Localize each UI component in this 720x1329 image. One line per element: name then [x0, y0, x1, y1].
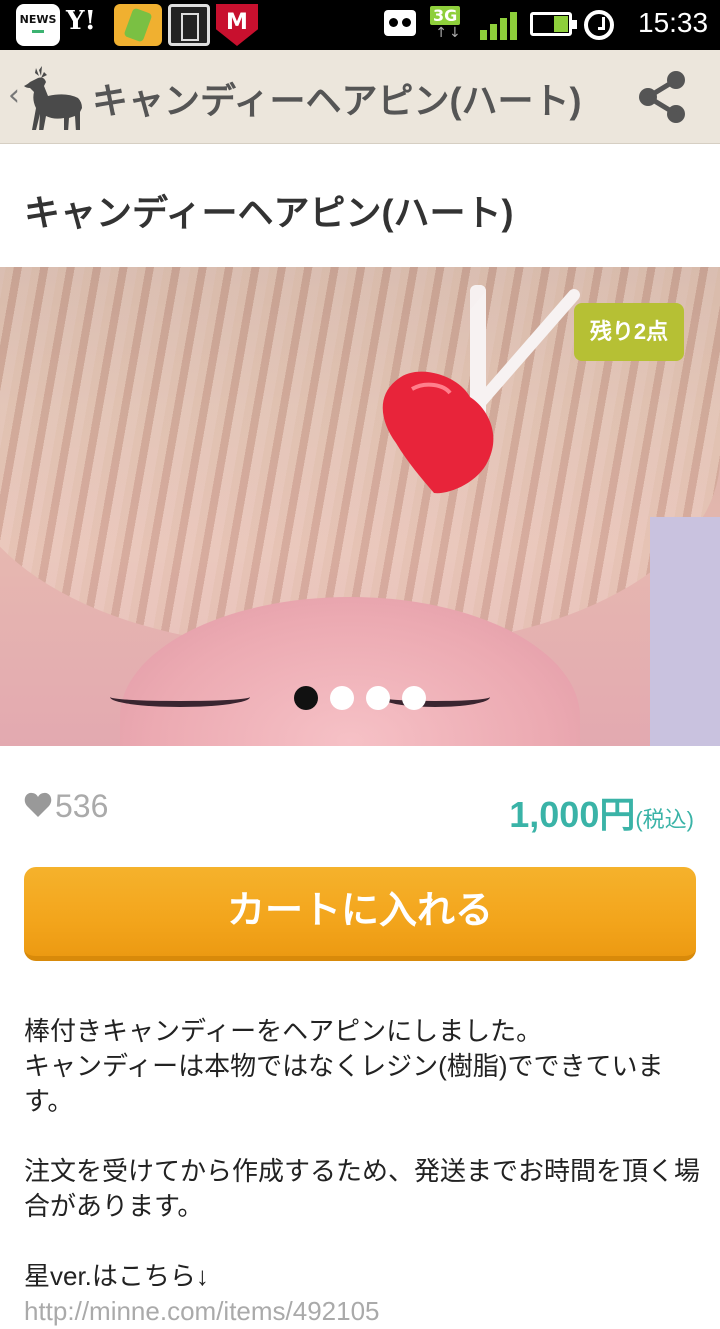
related-item-link[interactable]: http://minne.com/items/492105: [24, 1294, 704, 1329]
yahoo-app-icon: Y!: [66, 6, 96, 36]
game-app-icon: [114, 4, 162, 46]
status-bar: NEWS Y! M 3G ↑↓ 15:33: [0, 0, 720, 50]
product-description: 棒付きキャンディーをヘアピンにしました。 キャンディーは本物ではなくレジン(樹脂…: [24, 1014, 704, 1329]
pager-dot-1[interactable]: [294, 686, 318, 710]
status-clock: 15:33: [638, 7, 709, 38]
price-block: 1,000円(税込): [509, 786, 694, 838]
book-app-icon: [168, 4, 210, 46]
alarm-clock-icon: [584, 10, 614, 40]
tax-note: (税込): [635, 807, 694, 832]
network-type-indicator: 3G ↑↓: [430, 6, 468, 44]
description-line: 注文を受けてから作成するため、発送までお時間を頂く場合があります。: [24, 1156, 701, 1221]
add-to-cart-button[interactable]: カートに入れる: [24, 867, 696, 961]
like-count: 536: [55, 788, 109, 824]
description-line: キャンディーは本物ではなくレジン(樹脂)でできています。: [24, 1051, 664, 1116]
product-image[interactable]: 残り2点: [0, 267, 720, 746]
news-app-icon: NEWS: [16, 4, 60, 46]
signal-strength-icon: [480, 10, 520, 40]
back-chevron-icon[interactable]: ‹: [8, 78, 20, 113]
deer-logo-icon[interactable]: [22, 64, 86, 130]
heart-icon: [24, 792, 52, 817]
description-line: 棒付きキャンディーをヘアピンにしました。: [24, 1016, 543, 1046]
app-header-title: キャンディーヘアピン(ハート): [92, 80, 582, 121]
product-title: キャンディーヘアピン(ハート): [24, 192, 514, 233]
price-value: 1,000円: [509, 794, 636, 835]
battery-icon: [530, 12, 577, 36]
network-type-label: 3G: [430, 6, 461, 25]
share-icon[interactable]: [636, 70, 690, 124]
app-header: ‹ キャンディーヘアピン(ハート): [0, 50, 720, 144]
pager-dot-4[interactable]: [402, 686, 426, 710]
stock-remaining-badge: 残り2点: [574, 303, 684, 361]
heart-candy: [382, 371, 494, 494]
pager-dot-3[interactable]: [366, 686, 390, 710]
voicemail-icon: [384, 10, 416, 36]
mcafee-icon: M: [216, 4, 258, 46]
data-activity-icon: ↑↓: [435, 25, 463, 41]
news-label: NEWS: [19, 13, 57, 26]
description-line: 星ver.はこちら↓: [24, 1261, 209, 1291]
pager-dot-2[interactable]: [330, 686, 354, 710]
